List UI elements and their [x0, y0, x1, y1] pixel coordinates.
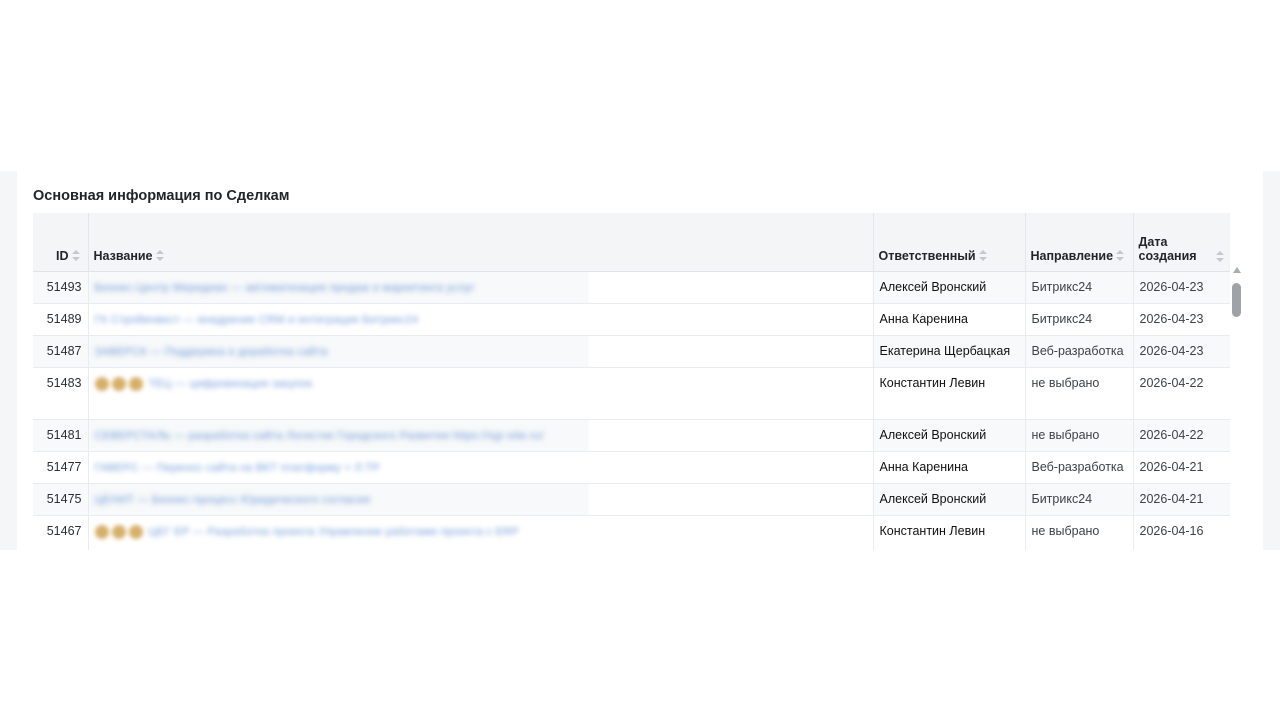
star-icon: [111, 524, 126, 539]
deal-link[interactable]: ТЕЦ — цифровизация закупок: [149, 377, 313, 392]
cell-id: 51481: [33, 419, 89, 452]
column-header-responsible[interactable]: Ответственный: [873, 213, 1026, 272]
deal-link[interactable]: ГАВЕРС — Перенос сайта на ВКТ платформу …: [95, 461, 381, 476]
cell-direction: Битрикс24: [1025, 483, 1134, 516]
cell-created: 2026-04-23: [1133, 303, 1230, 336]
cell-name: ГК Стройинвест — внедрение CRM и интегра…: [88, 303, 874, 336]
cell-direction: не выбрано: [1025, 515, 1134, 550]
cell-id: 51483: [33, 367, 89, 420]
column-header-created-label-2: создания: [1138, 249, 1197, 263]
panel-title: Основная информация по Сделкам: [33, 188, 290, 204]
sort-icon[interactable]: [71, 250, 80, 261]
column-header-name[interactable]: Название: [88, 213, 874, 272]
cell-created: 2026-04-23: [1133, 335, 1230, 368]
star-icon: [94, 376, 109, 391]
sort-icon[interactable]: [1116, 250, 1125, 261]
deal-link[interactable]: СЕВЕРСТАЛЬ — разработка сайта Логистик Г…: [95, 429, 544, 444]
cell-responsible: Константин Левин: [873, 367, 1026, 420]
cell-responsible: Анна Каренина: [873, 303, 1026, 336]
cell-created: 2026-04-21: [1133, 451, 1230, 484]
cell-responsible: Алексей Вронский: [873, 483, 1026, 516]
cell-name: СЕВЕРСТАЛЬ — разработка сайта Логистик Г…: [88, 419, 874, 452]
deal-rating: [94, 376, 143, 391]
deals-panel: Основная информация по Сделкам ID Назван…: [17, 171, 1263, 550]
table-row[interactable]: 51467 ЦЕГ ЕР — Разработка проекта Управле…: [33, 515, 1230, 550]
deal-link[interactable]: ЗАВЕРСК — Поддержка и доработка сайта: [95, 345, 328, 360]
column-header-id-label: ID: [56, 249, 69, 263]
cell-created: 2026-04-16: [1133, 515, 1230, 550]
cell-id: 51467: [33, 515, 89, 550]
cell-responsible: Анна Каренина: [873, 451, 1026, 484]
deal-link[interactable]: ЦЕНИТ — Бизнес-процесс Юридического согл…: [95, 493, 371, 508]
deal-link[interactable]: Бизнес-Центр Меридиан — автоматизация пр…: [95, 281, 475, 296]
cell-name: ЗАВЕРСК — Поддержка и доработка сайта: [88, 335, 874, 368]
vertical-scrollbar[interactable]: [1230, 267, 1244, 550]
table-row[interactable]: 51489 ГК Стройинвест — внедрение CRM и ин…: [33, 303, 1230, 336]
cell-direction: Битрикс24: [1025, 271, 1134, 304]
cell-responsible: Алексей Вронский: [873, 419, 1026, 452]
column-header-created[interactable]: Дата создания: [1133, 213, 1230, 272]
star-icon: [94, 524, 109, 539]
star-icon: [128, 376, 143, 391]
cell-created: 2026-04-22: [1133, 419, 1230, 452]
cell-direction: Веб-разработка: [1025, 451, 1134, 484]
cell-direction: Битрикс24: [1025, 303, 1134, 336]
table-row[interactable]: 51487 ЗАВЕРСК — Поддержка и доработка сай…: [33, 335, 1230, 368]
table-row[interactable]: 51483 ТЕЦ — цифровизация закупок Константи…: [33, 367, 1230, 420]
table-header-row: ID Название Ответственный Направление Да…: [33, 213, 1230, 272]
scroll-up-arrow-icon[interactable]: [1233, 267, 1241, 273]
deals-table: ID Название Ответственный Направление Да…: [33, 213, 1230, 550]
column-header-responsible-label: Ответственный: [878, 249, 976, 263]
cell-id: 51477: [33, 451, 89, 484]
sort-icon[interactable]: [978, 250, 987, 261]
deals-table-wrapper[interactable]: ID Название Ответственный Направление Да…: [33, 213, 1230, 550]
cell-name: Бизнес-Центр Меридиан — автоматизация пр…: [88, 271, 874, 304]
table-row[interactable]: 51493 Бизнес-Центр Меридиан — автоматизац…: [33, 271, 1230, 304]
cell-id: 51489: [33, 303, 89, 336]
star-icon: [128, 524, 143, 539]
table-row[interactable]: 51475 ЦЕНИТ — Бизнес-процесс Юридического…: [33, 483, 1230, 516]
column-header-direction-label: Направление: [1030, 249, 1114, 263]
cell-direction: не выбрано: [1025, 419, 1134, 452]
sort-icon[interactable]: [155, 250, 164, 261]
cell-responsible: Алексей Вронский: [873, 271, 1026, 304]
cell-id: 51475: [33, 483, 89, 516]
cell-responsible: Константин Левин: [873, 515, 1026, 550]
deal-link[interactable]: ЦЕГ ЕР — Разработка проекта Управление р…: [149, 525, 520, 540]
cell-name: ЦЕГ ЕР — Разработка проекта Управление р…: [88, 515, 874, 550]
sort-icon[interactable]: [1216, 251, 1224, 262]
scrollbar-thumb[interactable]: [1232, 283, 1241, 317]
column-header-name-label: Название: [93, 249, 153, 263]
cell-name: ЦЕНИТ — Бизнес-процесс Юридического согл…: [88, 483, 874, 516]
star-icon: [111, 376, 126, 391]
cell-id: 51487: [33, 335, 89, 368]
cell-name: ГАВЕРС — Перенос сайта на ВКТ платформу …: [88, 451, 874, 484]
deal-link[interactable]: ГК Стройинвест — внедрение CRM и интегра…: [95, 313, 419, 328]
cell-name: ТЕЦ — цифровизация закупок: [88, 367, 874, 420]
table-row[interactable]: 51481 СЕВЕРСТАЛЬ — разработка сайта Логис…: [33, 419, 1230, 452]
cell-created: 2026-04-22: [1133, 367, 1230, 420]
table-row[interactable]: 51477 ГАВЕРС — Перенос сайта на ВКТ платф…: [33, 451, 1230, 484]
cell-direction: Веб-разработка: [1025, 335, 1134, 368]
deal-rating: [94, 524, 143, 539]
cell-created: 2026-04-23: [1133, 271, 1230, 304]
column-header-created-label-1: Дата: [1138, 235, 1168, 249]
column-header-id[interactable]: ID: [33, 213, 89, 272]
cell-id: 51493: [33, 271, 89, 304]
cell-direction: не выбрано: [1025, 367, 1134, 420]
column-header-direction[interactable]: Направление: [1025, 213, 1134, 272]
cell-responsible: Екатерина Щербацкая: [873, 335, 1026, 368]
cell-created: 2026-04-21: [1133, 483, 1230, 516]
